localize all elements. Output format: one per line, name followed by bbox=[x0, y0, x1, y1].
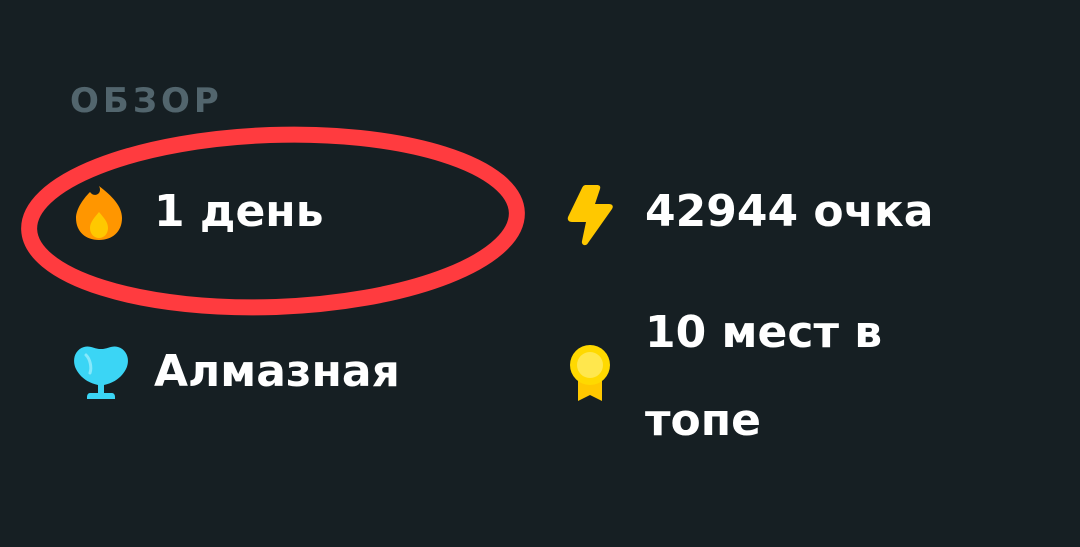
diamond-league-trophy-icon bbox=[70, 343, 132, 407]
streak-label: 1 день bbox=[154, 186, 324, 237]
fire-icon bbox=[72, 182, 126, 246]
lightning-icon bbox=[562, 183, 618, 251]
section-title: ОБЗОР bbox=[70, 81, 223, 121]
xp-label: 42944 очка bbox=[645, 186, 934, 237]
top-label: 10 мест в топе bbox=[645, 307, 883, 446]
league-label: Алмазная bbox=[154, 346, 400, 397]
medal-icon bbox=[565, 343, 615, 407]
